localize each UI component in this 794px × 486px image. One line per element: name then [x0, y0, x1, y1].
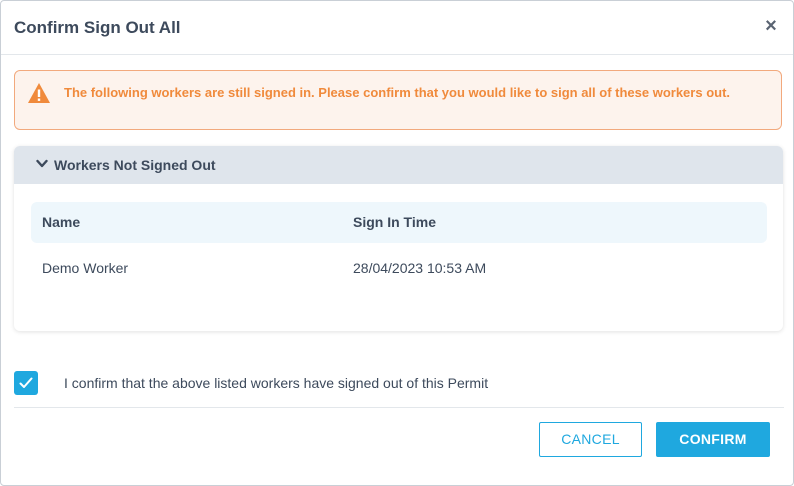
workers-not-signed-out-panel: Workers Not Signed Out Name Sign In Time… — [14, 146, 783, 331]
confirm-checkbox-label[interactable]: I confirm that the above listed workers … — [64, 375, 488, 391]
sign-in-time-cell: 28/04/2023 10:53 AM — [353, 260, 487, 276]
close-icon[interactable]: × — [761, 15, 781, 37]
warning-triangle-icon — [28, 83, 50, 103]
cancel-button[interactable]: CANCEL — [539, 422, 642, 457]
column-header-sign-in-time: Sign In Time — [353, 214, 436, 230]
column-header-name: Name — [42, 214, 81, 230]
footer-divider — [14, 407, 784, 408]
workers-table: Name Sign In Time Demo Worker 28/04/2023… — [31, 202, 767, 293]
confirm-checkbox[interactable] — [14, 371, 38, 395]
confirm-button[interactable]: CONFIRM — [656, 422, 770, 457]
dialog-title: Confirm Sign Out All — [14, 18, 181, 37]
table-header: Name Sign In Time — [31, 202, 767, 243]
panel-title: Workers Not Signed Out — [54, 157, 216, 173]
chevron-down-icon — [36, 159, 48, 168]
worker-name-cell: Demo Worker — [42, 260, 129, 276]
confirmation-row: I confirm that the above listed workers … — [14, 371, 774, 395]
dialog-header: Confirm Sign Out All × — [1, 1, 793, 55]
table-row: Demo Worker 28/04/2023 10:53 AM — [31, 243, 767, 293]
alert-message: The following workers are still signed i… — [64, 85, 731, 100]
warning-alert: The following workers are still signed i… — [14, 70, 782, 130]
checkmark-icon — [19, 377, 33, 388]
confirm-sign-out-dialog: Confirm Sign Out All × The following wor… — [0, 0, 794, 486]
panel-header-toggle[interactable]: Workers Not Signed Out — [14, 146, 783, 184]
